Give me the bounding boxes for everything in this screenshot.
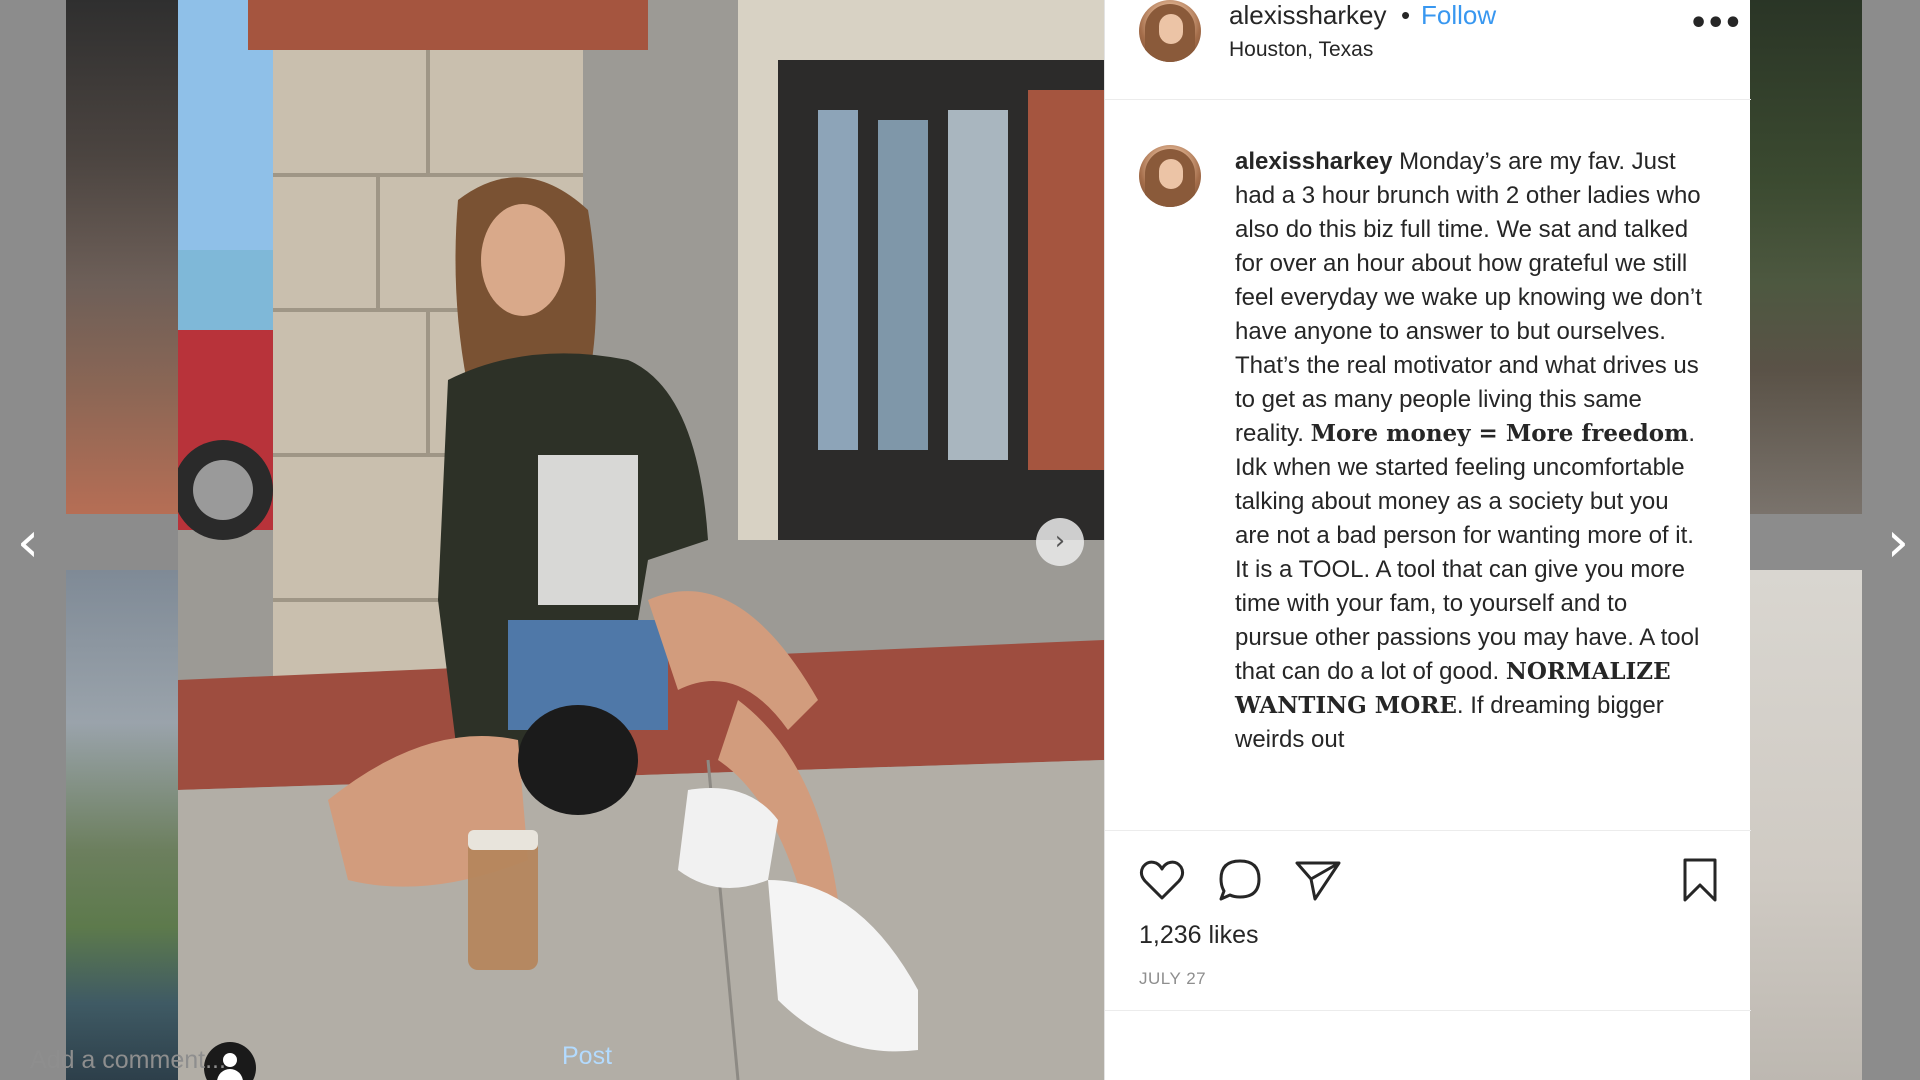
- avatar[interactable]: [1139, 0, 1201, 62]
- post-photo: [178, 0, 1104, 1080]
- caption-username-link[interactable]: alexissharkey: [1235, 148, 1392, 175]
- caption-section: alexissharkey Monday’s are my fav. Just …: [1105, 101, 1751, 829]
- comment-icon[interactable]: [1215, 855, 1265, 905]
- post-comment-button[interactable]: Post: [562, 1042, 612, 1071]
- share-icon[interactable]: [1293, 855, 1343, 905]
- follow-button[interactable]: Follow: [1421, 0, 1496, 31]
- avatar-face: [1159, 159, 1183, 189]
- post-date[interactable]: JULY 27: [1139, 969, 1206, 989]
- avatar-face: [1159, 14, 1183, 44]
- likes-count[interactable]: 1,236 likes: [1139, 921, 1259, 950]
- caption-text-part: . Idk when we started feeling uncomforta…: [1235, 420, 1700, 685]
- adjacent-post-thumbnail: [1750, 570, 1862, 1080]
- caption-bold-text: More money = More freedom: [1310, 420, 1689, 447]
- next-post-arrow-icon[interactable]: ›: [1878, 515, 1918, 571]
- comment-input[interactable]: [30, 1040, 470, 1080]
- header-separator: •: [1401, 0, 1411, 30]
- caption-text-part: Monday’s are my fav. Just had a 3 hour b…: [1235, 148, 1702, 447]
- bookmark-icon[interactable]: [1675, 855, 1725, 905]
- post-header: alexissharkey • Follow Houston, Texas ••…: [1105, 0, 1751, 100]
- post-actions: 1,236 likes JULY 27: [1105, 830, 1751, 1010]
- adjacent-post-thumbnail: [66, 0, 178, 514]
- heart-icon[interactable]: [1137, 855, 1187, 905]
- location-link[interactable]: Houston, Texas: [1229, 38, 1373, 62]
- more-options-icon[interactable]: •••: [1689, 6, 1743, 41]
- post-caption: alexissharkey Monday’s are my fav. Just …: [1235, 145, 1705, 757]
- post-side-panel: alexissharkey • Follow Houston, Texas ••…: [1104, 0, 1751, 1080]
- header-username-link[interactable]: alexissharkey: [1229, 0, 1387, 31]
- previous-post-arrow-icon[interactable]: ‹: [8, 515, 48, 571]
- comment-bar: [1105, 1010, 1751, 1080]
- adjacent-post-thumbnail: [66, 570, 178, 1080]
- photo-next-arrow-icon[interactable]: ›: [1036, 518, 1084, 566]
- adjacent-post-thumbnail: [1750, 0, 1862, 514]
- avatar[interactable]: [1139, 145, 1201, 207]
